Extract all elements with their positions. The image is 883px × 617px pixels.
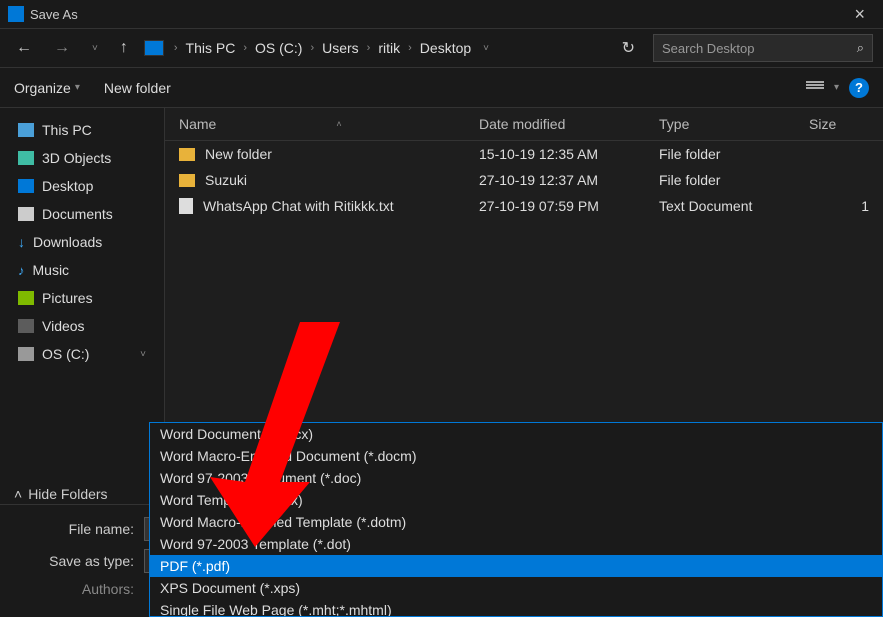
column-size[interactable]: Size: [809, 116, 869, 132]
chevron-right-icon: ›: [310, 42, 314, 54]
crumb-users[interactable]: Users: [322, 40, 359, 56]
app-icon: [8, 6, 24, 22]
chevron-down-icon: ˅: [140, 349, 146, 360]
crumb-desktop[interactable]: Desktop: [420, 40, 471, 56]
desktop-icon: [18, 179, 34, 193]
text-file-icon: [179, 198, 193, 214]
folder-icon: [179, 148, 195, 161]
column-name[interactable]: Name˄: [179, 116, 479, 132]
authors-label: Authors:: [14, 581, 134, 597]
dropdown-item[interactable]: Word Macro-Enabled Template (*.dotm): [150, 511, 882, 533]
new-folder-button[interactable]: New folder: [104, 80, 171, 96]
filename-label: File name:: [14, 521, 134, 537]
music-icon: ♪: [18, 263, 25, 278]
view-dropdown[interactable]: ▾: [834, 82, 839, 93]
download-icon: ↓: [18, 234, 25, 250]
toolbar: Organize ▾ New folder ▾ ?: [0, 68, 883, 108]
view-options-button[interactable]: [806, 81, 824, 95]
dropdown-item[interactable]: Single File Web Page (*.mht;*.mhtml): [150, 599, 882, 617]
sidebar-item-this-pc[interactable]: This PC: [0, 116, 164, 144]
search-placeholder: Search Desktop: [662, 41, 755, 56]
up-button[interactable]: ↑: [114, 35, 134, 61]
list-header: Name˄ Date modified Type Size: [165, 108, 883, 141]
dropdown-item[interactable]: Word Macro-Enabled Document (*.docm): [150, 445, 882, 467]
close-button[interactable]: ×: [844, 4, 875, 25]
sidebar-item-music[interactable]: ♪Music: [0, 256, 164, 284]
crumb-ritik[interactable]: ritik: [378, 40, 400, 56]
drive-icon: [18, 347, 34, 361]
document-icon: [18, 207, 34, 221]
video-icon: [18, 319, 34, 333]
pc-icon: [144, 40, 164, 56]
help-button[interactable]: ?: [849, 78, 869, 98]
forward-button[interactable]: →: [48, 35, 76, 61]
chevron-right-icon: ›: [174, 42, 178, 54]
sidebar-item-os-c[interactable]: OS (C:)˅: [0, 340, 164, 368]
dropdown-item[interactable]: Word 97-2003 Template (*.dot): [150, 533, 882, 555]
pictures-icon: [18, 291, 34, 305]
3d-icon: [18, 151, 34, 165]
sidebar-item-downloads[interactable]: ↓Downloads: [0, 228, 164, 256]
sidebar-item-videos[interactable]: Videos: [0, 312, 164, 340]
crumb-this-pc[interactable]: This PC: [186, 40, 236, 56]
hide-folders-button[interactable]: ˄ Hide Folders: [14, 486, 108, 502]
chevron-down-icon: ▾: [75, 82, 80, 93]
back-button[interactable]: ←: [10, 35, 38, 61]
file-row[interactable]: WhatsApp Chat with Ritikkk.txt 27-10-19 …: [165, 193, 883, 219]
breadcrumb-dropdown[interactable]: ˅: [479, 43, 493, 54]
savetype-label: Save as type:: [14, 553, 134, 569]
dropdown-item[interactable]: Word Document (*.docx): [150, 423, 882, 445]
refresh-button[interactable]: ↻: [614, 34, 643, 62]
dropdown-item[interactable]: Word Template (*.dotx): [150, 489, 882, 511]
file-row[interactable]: Suzuki 27-10-19 12:37 AM File folder: [165, 167, 883, 193]
sidebar-item-desktop[interactable]: Desktop: [0, 172, 164, 200]
pc-icon: [18, 123, 34, 137]
crumb-os-c[interactable]: OS (C:): [255, 40, 302, 56]
chevron-right-icon: ›: [367, 42, 371, 54]
column-type[interactable]: Type: [659, 116, 809, 132]
folder-icon: [179, 174, 195, 187]
column-date[interactable]: Date modified: [479, 116, 659, 132]
sidebar-item-pictures[interactable]: Pictures: [0, 284, 164, 312]
chevron-up-icon: ˄: [14, 486, 22, 502]
organize-button[interactable]: Organize ▾: [14, 80, 80, 96]
search-input[interactable]: Search Desktop ⌕: [653, 34, 873, 62]
titlebar: Save As ×: [0, 0, 883, 28]
dropdown-item[interactable]: Word 97-2003 Document (*.doc): [150, 467, 882, 489]
dropdown-item[interactable]: XPS Document (*.xps): [150, 577, 882, 599]
chevron-right-icon: ›: [408, 42, 412, 54]
sidebar-item-3d-objects[interactable]: 3D Objects: [0, 144, 164, 172]
sidebar-item-documents[interactable]: Documents: [0, 200, 164, 228]
nav-bar: ← → ˅ ↑ › This PC › OS (C:) › Users › ri…: [0, 28, 883, 68]
chevron-right-icon: ›: [243, 42, 247, 54]
file-row[interactable]: New folder 15-10-19 12:35 AM File folder: [165, 141, 883, 167]
sort-up-icon: ˄: [336, 119, 341, 129]
savetype-dropdown[interactable]: Word Document (*.docx)Word Macro-Enabled…: [149, 422, 883, 617]
dropdown-item[interactable]: PDF (*.pdf): [150, 555, 882, 577]
breadcrumb[interactable]: › This PC › OS (C:) › Users › ritik › De…: [174, 40, 604, 56]
sidebar: This PC 3D Objects Desktop Documents ↓Do…: [0, 108, 165, 504]
search-icon: ⌕: [857, 40, 864, 56]
save-as-dialog: Save As × ← → ˅ ↑ › This PC › OS (C:) › …: [0, 0, 883, 617]
titlebar-text: Save As: [30, 7, 844, 22]
recent-dropdown[interactable]: ˅: [86, 39, 104, 58]
